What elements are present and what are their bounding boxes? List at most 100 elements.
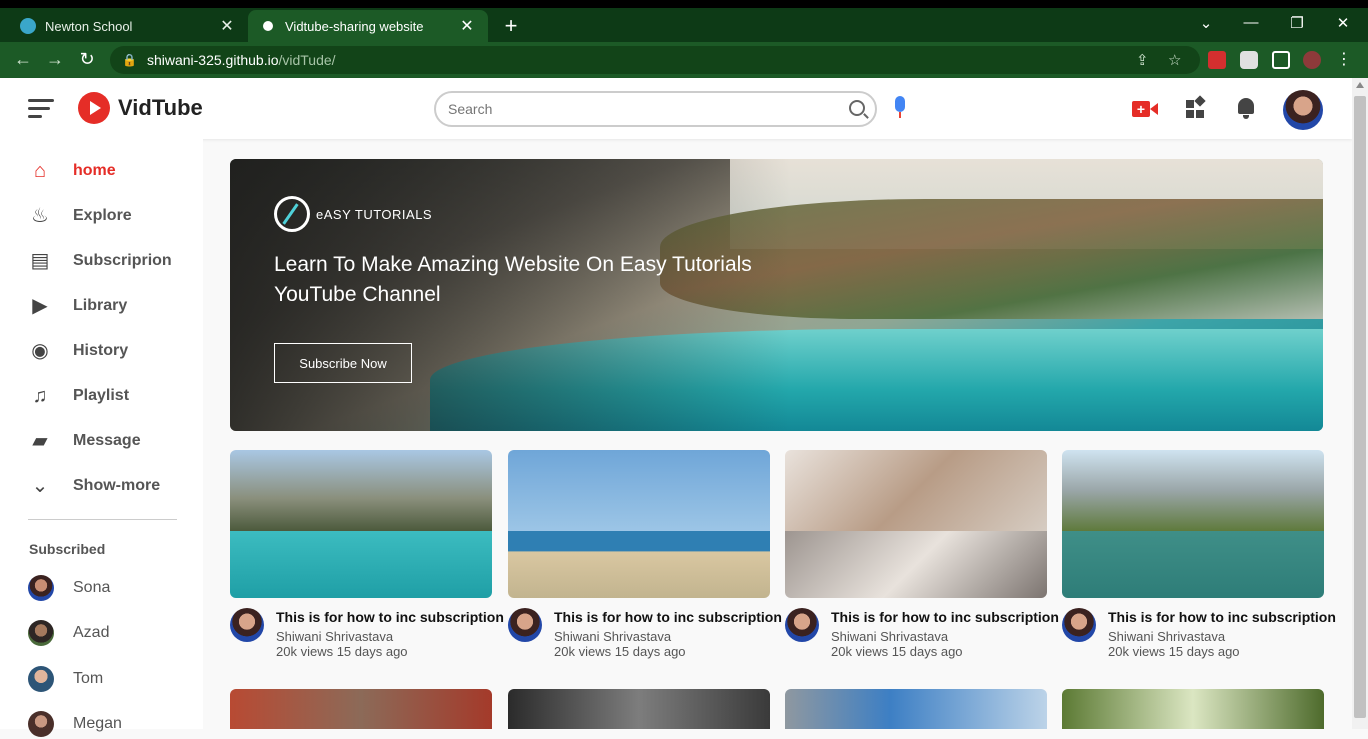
subscribed-heading: Subscribed bbox=[29, 541, 106, 557]
subscribed-channel[interactable]: Tom bbox=[0, 664, 203, 694]
subscribed-channel[interactable]: Sona bbox=[0, 573, 203, 603]
new-tab-icon[interactable]: + bbox=[500, 13, 522, 39]
channel-avatar bbox=[28, 575, 54, 601]
app-header: VidTube + bbox=[0, 78, 1352, 139]
search-icon[interactable] bbox=[849, 100, 865, 116]
video-author[interactable]: Shiwani Shrivastava bbox=[1108, 629, 1225, 644]
bookmark-star-icon[interactable]: ☆ bbox=[1168, 51, 1181, 69]
video-card[interactable] bbox=[1062, 689, 1324, 729]
author-avatar[interactable] bbox=[785, 608, 819, 642]
sidebar-item-label: Library bbox=[73, 297, 128, 314]
browser-address-bar: ← → ↻ 🔒 shiwani-325.github.io/vidTude/ ⇪… bbox=[0, 42, 1368, 78]
channel-name: Megan bbox=[73, 715, 122, 732]
subscribed-channel[interactable]: Azad bbox=[0, 618, 203, 648]
sidebar-item-subscription[interactable]: ▤ Subscriprion bbox=[0, 241, 203, 281]
video-card[interactable]: This is for how to inc subscription Shiw… bbox=[508, 450, 782, 659]
close-tab-icon[interactable]: ✕ bbox=[458, 16, 476, 36]
extension-red-icon[interactable] bbox=[1208, 51, 1226, 69]
sidebar-item-message[interactable]: ▰ Message bbox=[0, 421, 203, 461]
logo-text: VidTube bbox=[118, 95, 203, 120]
sidebar-item-history[interactable]: ◉ History bbox=[0, 331, 203, 371]
brand-text: eASY TUTORIALS bbox=[316, 206, 433, 222]
video-meta: 20k views 15 days ago bbox=[554, 644, 686, 659]
video-card[interactable] bbox=[230, 689, 492, 729]
author-avatar[interactable] bbox=[508, 608, 542, 642]
page-scrollbar[interactable] bbox=[1352, 78, 1368, 729]
url-host: shiwani-325.github.io bbox=[146, 52, 279, 68]
sidebar-item-show-more[interactable]: ⌄ Show-more bbox=[0, 466, 203, 506]
easy-tutorials-logo: eASY TUTORIALS bbox=[274, 196, 432, 232]
message-icon: ▰ bbox=[32, 430, 48, 452]
sidebar-item-library[interactable]: ▶ Library bbox=[0, 286, 203, 326]
video-card[interactable] bbox=[785, 689, 1047, 729]
reload-icon[interactable]: ↻ bbox=[76, 49, 98, 70]
sidebar-item-playlist[interactable]: ♫ Playlist bbox=[0, 376, 203, 416]
url-path: /vidTude/ bbox=[278, 52, 336, 68]
video-card[interactable]: This is for how to inc subscription Shiw… bbox=[1062, 450, 1336, 659]
banner-headline: Learn To Make Amazing Website On Easy Tu… bbox=[274, 253, 752, 306]
sidebar-item-label: home bbox=[73, 162, 116, 179]
browser-tab-bar: Newton School ✕ Vidtube-sharing website … bbox=[0, 0, 1368, 42]
video-thumbnail[interactable] bbox=[508, 689, 770, 729]
chevron-down-icon: ⌄ bbox=[31, 475, 49, 497]
video-title[interactable]: This is for how to inc subscription bbox=[831, 609, 1059, 625]
play-logo-icon bbox=[78, 92, 110, 124]
video-card[interactable]: This is for how to inc subscription Shiw… bbox=[785, 450, 1059, 659]
subscription-icon: ▤ bbox=[30, 250, 50, 272]
close-window-icon[interactable]: ✕ bbox=[1333, 14, 1353, 32]
extensions-puzzle-icon[interactable] bbox=[1240, 51, 1258, 69]
author-avatar[interactable] bbox=[230, 608, 264, 642]
notifications-bell-icon[interactable] bbox=[1236, 96, 1262, 122]
video-thumbnail[interactable] bbox=[785, 450, 1047, 598]
history-icon: ◉ bbox=[31, 340, 49, 362]
channel-avatar bbox=[28, 666, 54, 692]
video-thumbnail[interactable] bbox=[230, 450, 492, 598]
restore-icon[interactable]: ❐ bbox=[1287, 14, 1307, 32]
video-thumbnail[interactable] bbox=[1062, 689, 1324, 729]
video-thumbnail[interactable] bbox=[1062, 450, 1324, 598]
video-title[interactable]: This is for how to inc subscription bbox=[1108, 609, 1336, 625]
side-panel-icon[interactable] bbox=[1272, 51, 1290, 69]
browser-menu-icon[interactable]: ⋮ bbox=[1336, 51, 1352, 69]
search-box bbox=[434, 91, 877, 127]
video-card[interactable] bbox=[508, 689, 770, 729]
browser-tab-newton[interactable]: Newton School ✕ bbox=[8, 10, 248, 42]
close-tab-icon[interactable]: ✕ bbox=[218, 16, 236, 36]
microphone-icon[interactable] bbox=[893, 96, 907, 122]
url-field[interactable]: 🔒 shiwani-325.github.io/vidTude/ ⇪ ☆ bbox=[110, 46, 1200, 74]
video-title[interactable]: This is for how to inc subscription bbox=[276, 609, 504, 625]
video-thumbnail[interactable] bbox=[230, 689, 492, 729]
sidebar-item-explore[interactable]: ♨ Explore bbox=[0, 196, 203, 236]
profile-avatar-icon[interactable] bbox=[1303, 51, 1321, 69]
back-icon[interactable]: ← bbox=[12, 49, 34, 70]
sidebar-item-home[interactable]: ⌂ home bbox=[0, 151, 203, 191]
home-icon: ⌂ bbox=[33, 160, 47, 182]
apps-grid-icon[interactable] bbox=[1185, 95, 1211, 122]
sidebar-item-label: Subscriprion bbox=[73, 252, 172, 269]
scroll-up-icon[interactable] bbox=[1356, 82, 1364, 88]
scrollbar-thumb[interactable] bbox=[1354, 96, 1366, 718]
channel-name: Tom bbox=[73, 670, 104, 687]
tab-search-icon[interactable]: ⌄ bbox=[1196, 14, 1216, 32]
minimize-icon[interactable]: — bbox=[1241, 14, 1261, 31]
video-author[interactable]: Shiwani Shrivastava bbox=[276, 629, 393, 644]
video-title[interactable]: This is for how to inc subscription bbox=[554, 609, 782, 625]
vidtube-logo[interactable]: VidTube bbox=[78, 92, 203, 124]
browser-tab-vidtube[interactable]: Vidtube-sharing website ✕ bbox=[248, 10, 488, 42]
subscribe-now-button[interactable]: Subscribe Now bbox=[274, 343, 412, 383]
video-author[interactable]: Shiwani Shrivastava bbox=[831, 629, 948, 644]
video-thumbnail[interactable] bbox=[785, 689, 1047, 729]
share-icon[interactable]: ⇪ bbox=[1136, 51, 1149, 69]
video-card[interactable]: This is for how to inc subscription Shiw… bbox=[230, 450, 504, 659]
create-video-icon[interactable]: + bbox=[1132, 96, 1158, 122]
video-thumbnail[interactable] bbox=[508, 450, 770, 598]
video-author[interactable]: Shiwani Shrivastava bbox=[554, 629, 671, 644]
search-input[interactable] bbox=[436, 93, 816, 125]
subscribed-channel[interactable]: Megan bbox=[0, 709, 203, 739]
author-avatar[interactable] bbox=[1062, 608, 1096, 642]
forward-icon[interactable]: → bbox=[44, 49, 66, 70]
user-avatar[interactable] bbox=[1283, 90, 1323, 130]
hamburger-menu-icon[interactable] bbox=[28, 99, 54, 119]
sidebar-item-label: Message bbox=[73, 432, 141, 449]
newton-favicon-icon bbox=[20, 18, 36, 34]
